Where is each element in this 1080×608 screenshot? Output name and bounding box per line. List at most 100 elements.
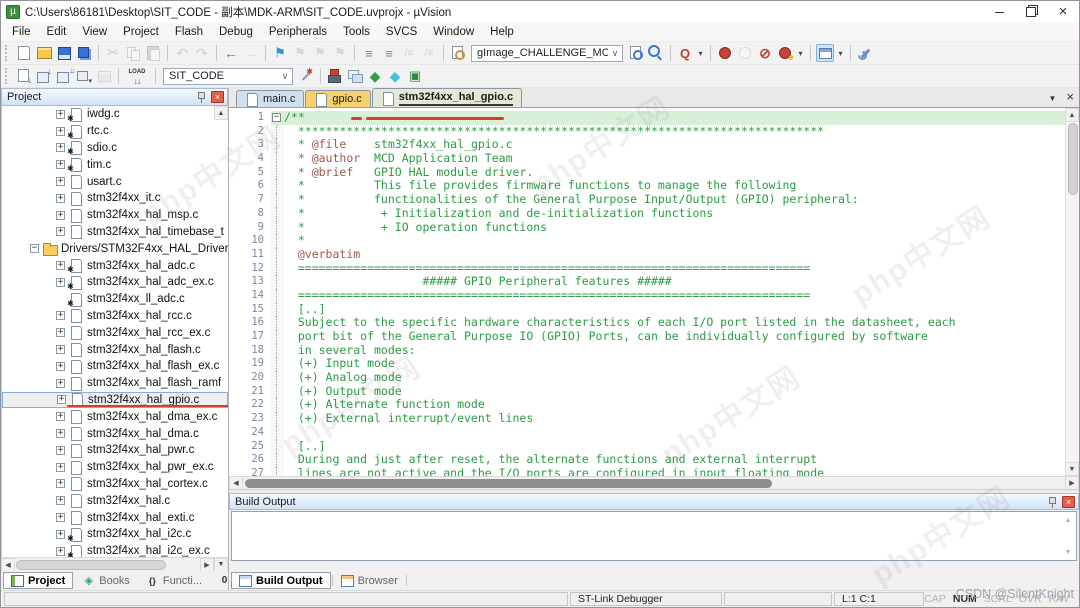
expand-box[interactable]: + bbox=[56, 194, 65, 203]
project-tree-hscrollbar[interactable] bbox=[1, 557, 228, 571]
rebuild-all-button[interactable] bbox=[55, 67, 73, 85]
incremental-find-button[interactable] bbox=[647, 44, 665, 62]
menu-debug[interactable]: Debug bbox=[211, 23, 261, 41]
tab-stm32f4xx-hal-gpio-c[interactable]: stm32f4xx_hal_gpio.c bbox=[372, 88, 522, 107]
dock-tab-browser[interactable]: Browser bbox=[334, 572, 405, 589]
tree-item-stm32f4xx-hal-flash-c[interactable]: +stm32f4xx_hal_flash.c bbox=[2, 341, 228, 358]
menu-file[interactable]: File bbox=[4, 23, 39, 41]
expand-box[interactable]: + bbox=[56, 479, 65, 488]
fold-margin[interactable] bbox=[271, 138, 284, 152]
paste-button[interactable] bbox=[144, 44, 162, 62]
fold-margin[interactable] bbox=[271, 152, 284, 166]
menu-flash[interactable]: Flash bbox=[167, 23, 211, 41]
copy-button[interactable] bbox=[124, 44, 142, 62]
debug-windows-button[interactable] bbox=[816, 44, 834, 62]
redo-button[interactable] bbox=[193, 44, 211, 62]
tree-item-stm32f4xx-hal-rcc-ex-c[interactable]: +stm32f4xx_hal_rcc_ex.c bbox=[2, 324, 228, 341]
expand-box[interactable]: + bbox=[56, 345, 65, 354]
manage-project-items-button[interactable] bbox=[346, 67, 364, 85]
menu-view[interactable]: View bbox=[74, 23, 115, 41]
disable-all-breakpoints-button[interactable] bbox=[756, 44, 774, 62]
navigate-forward-button[interactable] bbox=[242, 44, 260, 62]
menu-help[interactable]: Help bbox=[482, 23, 522, 41]
find-button[interactable] bbox=[627, 44, 645, 62]
tree-item-stm32f4xx-hal-flash-ex-c[interactable]: +stm32f4xx_hal_flash_ex.c bbox=[2, 358, 228, 375]
scroll-down-arrow[interactable] bbox=[214, 558, 228, 572]
fold-margin[interactable] bbox=[271, 221, 284, 235]
scroll-down-arrow[interactable] bbox=[1065, 462, 1079, 476]
quick-search-dropdown-arrow[interactable] bbox=[695, 44, 706, 62]
expand-box[interactable]: + bbox=[56, 547, 65, 556]
expand-box[interactable]: + bbox=[56, 412, 65, 421]
fold-margin[interactable] bbox=[271, 248, 284, 262]
tree-item-usart-c[interactable]: +usart.c bbox=[2, 173, 228, 190]
code-editor[interactable]: 1/**2 **********************************… bbox=[229, 108, 1079, 476]
navigate-back-button[interactable] bbox=[222, 44, 240, 62]
tree-item-stm32f4xx-hal-msp-c[interactable]: +stm32f4xx_hal_msp.c bbox=[2, 207, 228, 224]
find-in-files-button[interactable] bbox=[449, 44, 467, 62]
tree-item-stm32f4xx-hal-timebase-t[interactable]: +stm32f4xx_hal_timebase_t bbox=[2, 224, 228, 241]
expand-box[interactable]: + bbox=[56, 311, 65, 320]
insert-breakpoint-button[interactable] bbox=[716, 44, 734, 62]
expand-box[interactable]: + bbox=[56, 496, 65, 505]
fold-margin[interactable] bbox=[271, 289, 284, 303]
undo-button[interactable] bbox=[173, 44, 191, 62]
debug-windows-dropdown-arrow[interactable] bbox=[835, 44, 846, 62]
batch-build-button[interactable] bbox=[75, 67, 93, 85]
project-tree-vscrollbar[interactable] bbox=[213, 106, 228, 557]
expand-box[interactable]: + bbox=[56, 328, 65, 337]
fold-margin[interactable] bbox=[271, 467, 284, 476]
tree-item-drivers-stm32f4xx-hal-driver[interactable]: −Drivers/STM32F4xx_HAL_Driver bbox=[2, 240, 228, 257]
expand-box[interactable]: + bbox=[56, 463, 65, 472]
dock-tab-books[interactable]: Books bbox=[75, 572, 137, 589]
unindent-button[interactable] bbox=[380, 44, 398, 62]
enable-breakpoint-button[interactable] bbox=[736, 44, 754, 62]
scroll-up-arrow[interactable] bbox=[214, 106, 228, 120]
dock-tab-build-output[interactable]: Build Output bbox=[231, 572, 331, 589]
scroll-up-arrow[interactable] bbox=[1065, 108, 1079, 122]
fold-margin[interactable] bbox=[271, 166, 284, 180]
expand-box[interactable]: + bbox=[56, 379, 65, 388]
scroll-down-arrow[interactable] bbox=[1061, 545, 1075, 559]
comment-selection-button[interactable] bbox=[400, 44, 418, 62]
expand-box[interactable]: + bbox=[56, 278, 65, 287]
fold-margin[interactable] bbox=[271, 398, 284, 412]
expand-box[interactable]: + bbox=[57, 395, 66, 404]
close-document-icon[interactable] bbox=[1066, 92, 1074, 103]
expand-box[interactable]: + bbox=[56, 446, 65, 455]
indent-button[interactable] bbox=[360, 44, 378, 62]
scroll-right-arrow[interactable] bbox=[1065, 476, 1079, 490]
tree-item-stm32f4xx-hal-c[interactable]: +stm32f4xx_hal.c bbox=[2, 492, 228, 509]
menu-tools[interactable]: Tools bbox=[335, 23, 378, 41]
scroll-right-arrow[interactable] bbox=[200, 558, 214, 572]
tree-item-stm32f4xx-hal-dma-c[interactable]: +stm32f4xx_hal_dma.c bbox=[2, 425, 228, 442]
tree-item-tim-c[interactable]: +tim.c bbox=[2, 156, 228, 173]
save-button[interactable] bbox=[55, 44, 73, 62]
minimize-button[interactable] bbox=[983, 1, 1015, 23]
expand-box[interactable]: + bbox=[56, 261, 65, 270]
tree-item-stm32f4xx-ll-adc-c[interactable]: stm32f4xx_ll_adc.c bbox=[2, 291, 228, 308]
tree-item-iwdg-c[interactable]: +iwdg.c bbox=[2, 106, 228, 123]
fold-margin[interactable] bbox=[271, 207, 284, 221]
save-all-button[interactable] bbox=[75, 44, 93, 62]
next-bookmark-button[interactable] bbox=[291, 44, 309, 62]
quick-search-button[interactable] bbox=[676, 44, 694, 62]
fold-margin[interactable] bbox=[271, 303, 284, 317]
editor-vscrollbar[interactable] bbox=[1065, 108, 1079, 476]
toggle-bookmark-button[interactable] bbox=[271, 44, 289, 62]
tree-item-stm32f4xx-hal-i2c-ex-c[interactable]: +stm32f4xx_hal_i2c_ex.c bbox=[2, 543, 228, 557]
build-button[interactable] bbox=[35, 67, 53, 85]
hscroll-thumb[interactable] bbox=[16, 560, 166, 570]
tree-item-stm32f4xx-hal-pwr-ex-c[interactable]: +stm32f4xx_hal_pwr_ex.c bbox=[2, 459, 228, 476]
expand-box[interactable]: + bbox=[56, 362, 65, 371]
menu-peripherals[interactable]: Peripherals bbox=[261, 23, 335, 41]
uncomment-selection-button[interactable] bbox=[420, 44, 438, 62]
scroll-left-arrow[interactable] bbox=[229, 476, 243, 490]
tab-main-c[interactable]: main.c bbox=[236, 90, 304, 107]
tree-item-stm32f4xx-hal-flash-ramf[interactable]: +stm32f4xx_hal_flash_ramf bbox=[2, 375, 228, 392]
menu-edit[interactable]: Edit bbox=[39, 23, 75, 41]
target-select-combo[interactable]: SIT_CODE bbox=[163, 68, 293, 85]
pin-icon[interactable] bbox=[196, 91, 207, 103]
fold-margin[interactable] bbox=[271, 330, 284, 344]
clear-bookmarks-button[interactable] bbox=[331, 44, 349, 62]
